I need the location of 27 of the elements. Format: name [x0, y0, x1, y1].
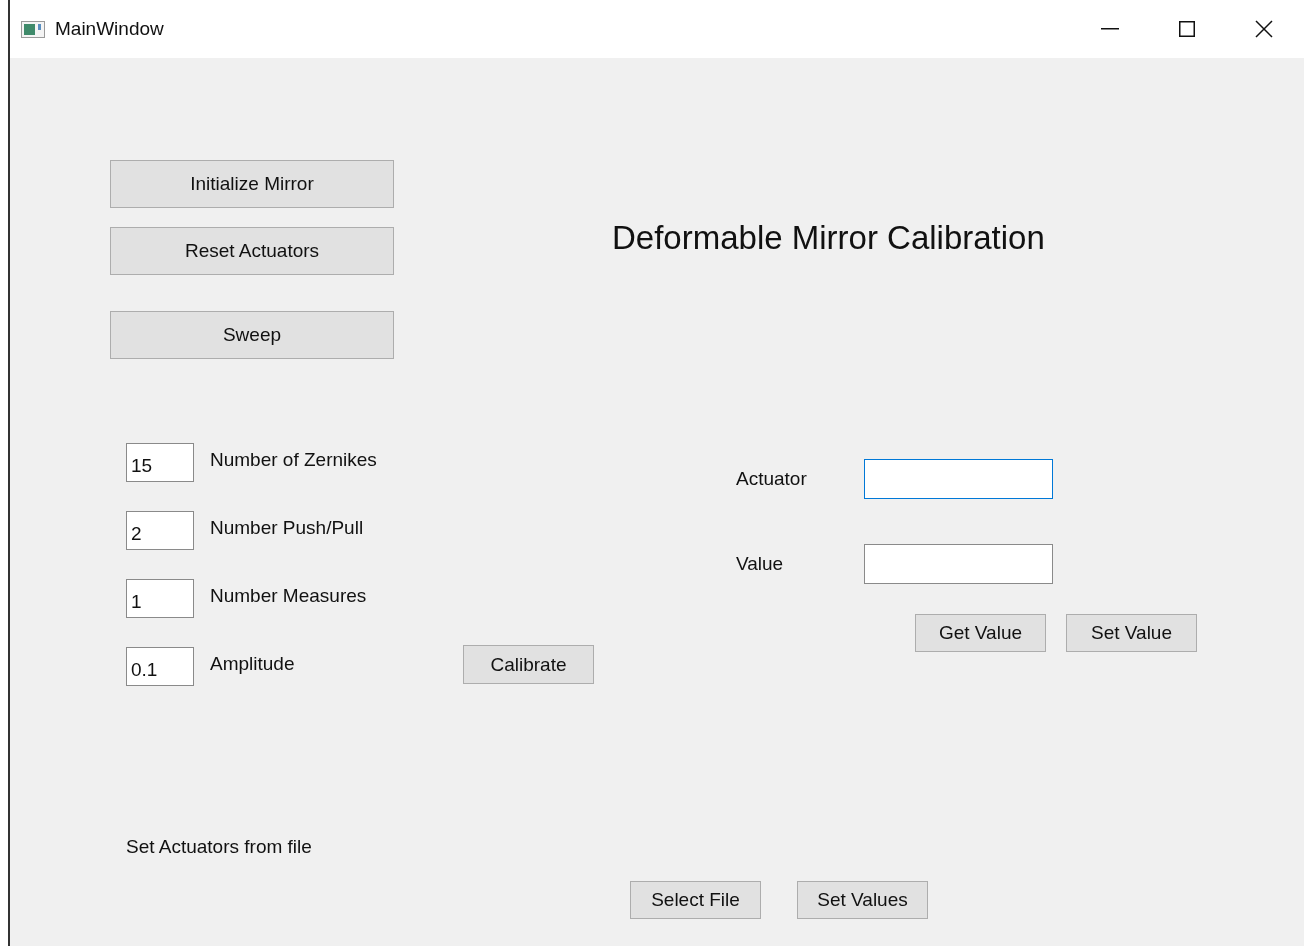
section-label: Set Actuators from file: [126, 836, 312, 858]
page-heading: Deformable Mirror Calibration: [612, 218, 1045, 258]
input-field[interactable]: 2: [126, 511, 194, 550]
input-field[interactable]: [864, 459, 1053, 499]
field-label: Number Push/Pull: [210, 517, 364, 539]
window-title: MainWindow: [55, 18, 164, 40]
field-label: Number Measures: [210, 585, 367, 607]
field-label: Amplitude: [210, 653, 295, 675]
action-button[interactable]: Reset Actuators: [110, 227, 394, 275]
calibrate-button[interactable]: Calibrate: [463, 645, 594, 684]
action-button[interactable]: Select File: [630, 881, 761, 919]
action-button[interactable]: Get Value: [915, 614, 1046, 652]
input-field[interactable]: 1: [126, 579, 194, 618]
action-button[interactable]: Set Values: [797, 881, 928, 919]
field-label: Number of Zernikes: [210, 449, 377, 471]
app-icon: [21, 20, 45, 38]
field-label: Actuator: [736, 468, 808, 490]
field-label: Value: [736, 553, 785, 575]
maximize-icon[interactable]: [1179, 21, 1195, 37]
minimize-icon[interactable]: [1101, 28, 1119, 30]
close-icon[interactable]: [1255, 20, 1273, 38]
input-field[interactable]: 0.1: [126, 647, 194, 686]
input-field[interactable]: [864, 544, 1053, 584]
action-button[interactable]: Initialize Mirror: [110, 160, 394, 208]
input-field[interactable]: 15: [126, 443, 194, 482]
action-button[interactable]: Sweep: [110, 311, 394, 359]
action-button[interactable]: Set Value: [1066, 614, 1197, 652]
